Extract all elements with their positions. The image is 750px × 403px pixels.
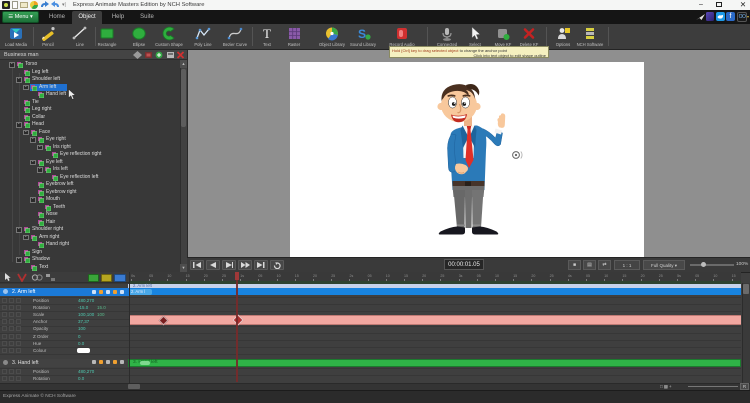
svg-text:T: T <box>263 26 271 41</box>
svg-text:S: S <box>358 27 366 41</box>
